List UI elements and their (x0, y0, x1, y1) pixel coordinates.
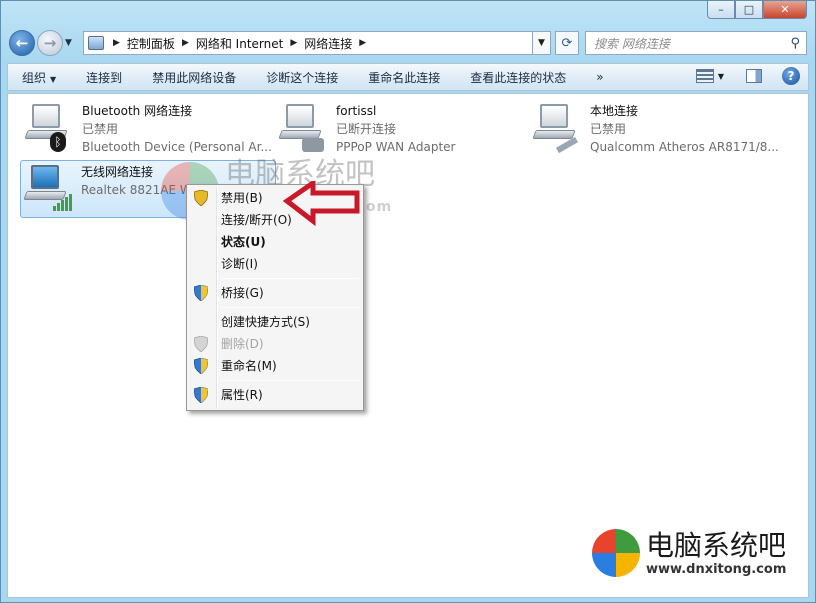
connection-device: PPPoP WAN Adapter (336, 140, 456, 154)
computer-icon (23, 163, 73, 213)
connection-text: fortissl 已断开连接 PPPoP WAN Adapter (336, 102, 456, 156)
computer-icon (278, 102, 328, 152)
disable-device-button[interactable]: 禁用此网络设备 (152, 69, 236, 86)
watermark-url: www.dnxitong.com (646, 561, 787, 577)
breadcrumb-control-panel[interactable]: 控制面板 (127, 35, 175, 52)
connection-status: 已断开连接 (336, 122, 397, 136)
menu-item-label: 禁用(B) (221, 191, 263, 205)
refresh-button[interactable]: ⟳ (555, 31, 579, 55)
caption-buttons: – □ ✕ (707, 1, 807, 19)
chevron-right-icon[interactable]: ▶ (182, 38, 189, 48)
view-status-button[interactable]: 查看此连接的状态 (470, 69, 566, 86)
more-commands-button[interactable]: » (596, 70, 603, 84)
wifi-signal-icon (53, 191, 75, 211)
organize-menu[interactable]: 组织 ▼ (22, 69, 56, 86)
connection-text: 本地连接 已禁用 Qualcomm Atheros AR8171/8... (590, 102, 779, 156)
menu-item-label: 诊断(I) (221, 257, 258, 271)
menu-item-label: 创建快捷方式(S) (221, 315, 310, 329)
connection-local[interactable]: 本地连接 已禁用 Qualcomm Atheros AR8171/8... (532, 102, 779, 156)
windows-logo (592, 529, 640, 577)
preview-pane-icon[interactable] (746, 69, 762, 83)
breadcrumb-network-internet[interactable]: 网络和 Internet (196, 35, 283, 52)
uac-shield-icon (194, 387, 208, 403)
connection-name: 本地连接 (590, 104, 639, 118)
menu-item-label: 桥接(G) (221, 286, 264, 300)
menu-item-rename[interactable]: 重命名(M) (189, 355, 361, 377)
connection-name: fortissl (336, 104, 377, 118)
menu-item-create-shortcut[interactable]: 创建快捷方式(S) (189, 311, 361, 333)
diagnose-connection-button[interactable]: 诊断这个连接 (266, 69, 338, 86)
back-button[interactable]: ← (9, 30, 35, 56)
connection-name: Bluetooth 网络连接 (82, 104, 193, 118)
menu-item-label: 重命名(M) (221, 359, 277, 373)
control-panel-icon (88, 36, 104, 50)
chevron-right-icon[interactable]: ▶ (113, 38, 120, 48)
uac-shield-icon (194, 336, 208, 352)
connect-to-button[interactable]: 连接到 (86, 69, 122, 86)
organize-label: 组织 (22, 70, 47, 85)
connection-text: Bluetooth 网络连接 已禁用 Bluetooth Device (Per… (82, 102, 272, 156)
menu-item-status[interactable]: 状态(U) (189, 231, 361, 253)
menu-item-label: 删除(D) (221, 337, 264, 351)
address-history-dropdown[interactable]: ▼ (533, 31, 551, 55)
computer-icon (532, 102, 582, 154)
forward-arrow-icon: → (43, 34, 57, 52)
address-bar[interactable]: ▶ 控制面板 ▶ 网络和 Internet ▶ 网络连接 ▶ (83, 31, 533, 55)
change-view-icon[interactable] (695, 69, 714, 83)
connection-status: 已禁用 (590, 122, 627, 136)
menu-item-label: 状态(U) (221, 235, 266, 249)
refresh-icon: ⟳ (561, 35, 573, 51)
menu-separator (221, 380, 359, 381)
back-arrow-icon: ← (15, 34, 29, 52)
menu-item-bridge[interactable]: 桥接(G) (189, 282, 361, 304)
chevron-right-icon[interactable]: ▶ (359, 38, 366, 48)
close-button[interactable]: ✕ (763, 1, 807, 19)
network-connections-window: – □ ✕ ← → ▼ ▶ 控制面板 ▶ 网络和 Internet ▶ 网络连接… (0, 0, 816, 603)
connections-list: ᛒ Bluetooth 网络连接 已禁用 Bluetooth Device (P… (7, 93, 809, 598)
menu-item-label: 连接/断开(O) (221, 213, 292, 227)
chevron-down-icon: ▼ (50, 74, 57, 84)
connection-fortissl[interactable]: fortissl 已断开连接 PPPoP WAN Adapter (278, 102, 456, 156)
command-bar: 组织 ▼ 连接到 禁用此网络设备 诊断这个连接 重命名此连接 查看此连接的状态 »… (7, 63, 809, 91)
connection-device: Bluetooth Device (Personal Ar... (82, 140, 272, 154)
view-controls: ▼ ? (695, 67, 800, 85)
menu-item-diagnose[interactable]: 诊断(I) (189, 253, 361, 275)
watermark-bottom: 电脑系统吧 www.dnxitong.com (584, 509, 808, 597)
breadcrumb-network-connections[interactable]: 网络连接 (304, 35, 352, 52)
computer-icon: ᛒ (24, 102, 74, 152)
connection-status: 已禁用 (82, 122, 119, 136)
recent-pages-dropdown[interactable]: ▼ (65, 38, 77, 48)
watermark-name: 电脑系统吧 (646, 528, 787, 562)
connection-bluetooth[interactable]: ᛒ Bluetooth 网络连接 已禁用 Bluetooth Device (P… (24, 102, 272, 156)
uac-shield-icon (194, 190, 208, 206)
search-input[interactable]: 搜索 网络连接 ⚲ (585, 31, 807, 55)
address-row: ← → ▼ ▶ 控制面板 ▶ 网络和 Internet ▶ 网络连接 ▶ ▼ ⟳… (9, 29, 807, 57)
help-icon[interactable]: ? (782, 67, 800, 85)
bluetooth-icon: ᛒ (50, 132, 66, 152)
chevron-right-icon[interactable]: ▶ (290, 38, 297, 48)
search-placeholder: 搜索 网络连接 (594, 36, 670, 51)
red-pointer-arrow-icon (283, 181, 360, 227)
maximize-button[interactable]: □ (735, 1, 763, 19)
uac-shield-icon (194, 358, 208, 374)
ethernet-cable-icon (555, 136, 579, 154)
menu-separator (221, 278, 359, 279)
menu-item-properties[interactable]: 属性(R) (189, 384, 361, 406)
minimize-button[interactable]: – (707, 1, 735, 19)
search-icon[interactable]: ⚲ (790, 36, 800, 51)
menu-item-label: 属性(R) (221, 388, 263, 402)
connection-device: Qualcomm Atheros AR8171/8... (590, 140, 779, 154)
forward-button[interactable]: → (37, 30, 63, 56)
rename-connection-button[interactable]: 重命名此连接 (368, 69, 440, 86)
menu-item-delete: 删除(D) (189, 333, 361, 355)
uac-shield-icon (194, 285, 208, 301)
chevron-down-icon[interactable]: ▼ (718, 72, 724, 81)
menu-separator (221, 307, 359, 308)
dialup-phone-icon (302, 138, 324, 152)
